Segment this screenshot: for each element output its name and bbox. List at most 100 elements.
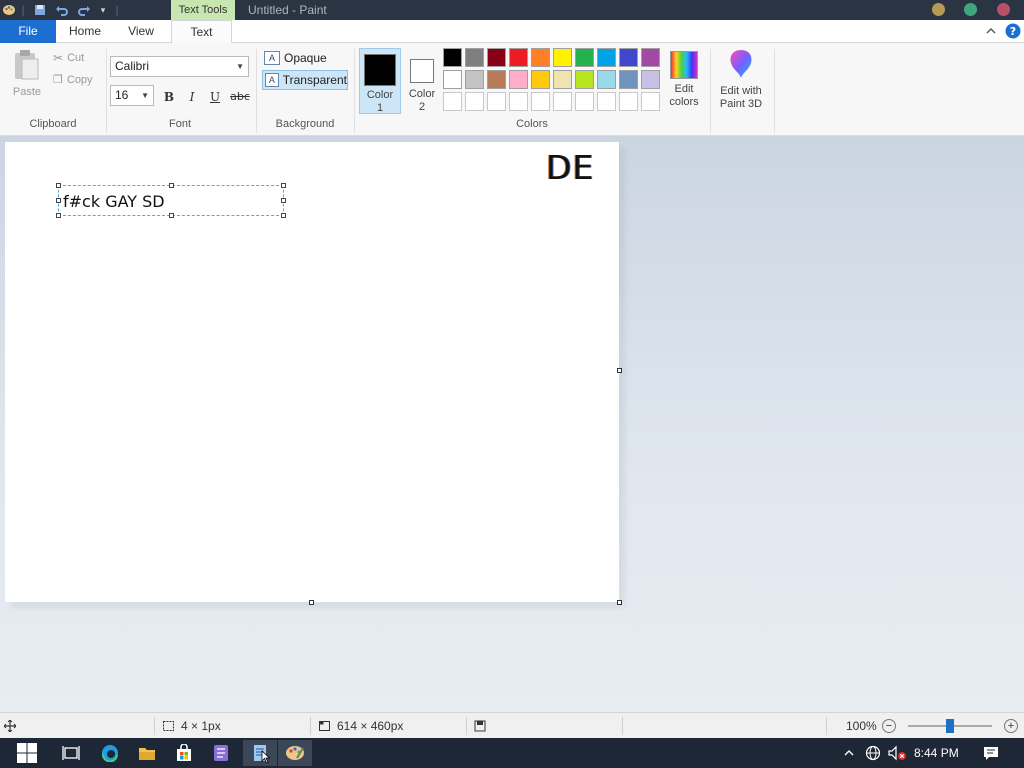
svg-text:?: ? (1010, 25, 1016, 38)
start-windows-icon[interactable] (10, 740, 44, 766)
palette-color-swatch[interactable] (531, 70, 550, 89)
undo-icon[interactable] (53, 0, 71, 20)
color-2-button[interactable]: Color 2 (401, 48, 443, 114)
palette-color-swatch[interactable] (597, 48, 616, 67)
palette-color-swatch[interactable] (509, 92, 528, 111)
palette-color-swatch[interactable] (575, 70, 594, 89)
palette-color-swatch[interactable] (619, 70, 638, 89)
palette-color-swatch[interactable] (509, 70, 528, 89)
edit-colors-button[interactable]: Edit colors (664, 48, 704, 109)
colors-group-label: Colors (516, 118, 548, 130)
resize-handle[interactable] (56, 183, 61, 188)
close-button[interactable] (997, 3, 1010, 16)
text-box[interactable]: f#ck GAY SD (56, 183, 286, 218)
drawing-canvas[interactable]: DE f#ck GAY SD (5, 142, 619, 602)
canvas-workspace: DE f#ck GAY SD (0, 136, 1024, 712)
palette-color-swatch[interactable] (641, 70, 660, 89)
canvas-size-value: 614 × 460px (337, 719, 404, 733)
network-globe-icon[interactable] (862, 740, 884, 766)
text-box-content[interactable]: f#ck GAY SD (63, 192, 165, 211)
palette-color-swatch[interactable] (553, 48, 572, 67)
tab-home[interactable]: Home (58, 20, 112, 43)
volume-muted-icon[interactable] (885, 740, 909, 766)
palette-color-swatch[interactable] (465, 92, 484, 111)
palette-color-swatch[interactable] (619, 48, 638, 67)
store-icon[interactable] (167, 740, 201, 766)
canvas-corner-text: DE (546, 148, 595, 187)
bold-button[interactable]: B (158, 87, 180, 107)
palette-color-swatch[interactable] (619, 92, 638, 111)
zoom-slider-thumb[interactable] (946, 719, 954, 733)
palette-color-swatch[interactable] (443, 92, 462, 111)
copy-button[interactable]: ❐ Copy (53, 73, 93, 87)
zoom-out-button[interactable]: − (882, 719, 896, 733)
taskbar-clock[interactable]: 8:44 PM (914, 738, 959, 768)
palette-color-swatch[interactable] (641, 48, 660, 67)
palette-color-swatch[interactable] (531, 48, 550, 67)
palette-color-swatch[interactable] (531, 92, 550, 111)
palette-color-swatch[interactable] (597, 92, 616, 111)
paste-button[interactable]: Paste (8, 49, 46, 98)
color-2-swatch (410, 59, 434, 83)
minimize-button[interactable] (932, 3, 945, 16)
resize-handle[interactable] (169, 213, 174, 218)
maximize-button[interactable] (964, 3, 977, 16)
show-hidden-icons-chevron-up-icon[interactable] (836, 740, 862, 766)
color-1-swatch (364, 54, 396, 86)
zoom-in-button[interactable]: + (1004, 719, 1018, 733)
palette-color-swatch[interactable] (487, 92, 506, 111)
edge-browser-icon[interactable] (93, 740, 127, 766)
edit-with-paint3d-button[interactable]: Edit with Paint 3D (714, 48, 768, 111)
palette-color-swatch[interactable] (597, 70, 616, 89)
opaque-button[interactable]: A Opaque (262, 48, 348, 68)
italic-button[interactable]: I (181, 87, 203, 107)
palette-color-swatch[interactable] (553, 92, 572, 111)
file-explorer-icon[interactable] (130, 740, 164, 766)
underline-button[interactable]: U (204, 87, 226, 107)
resize-handle[interactable] (169, 183, 174, 188)
redo-icon[interactable] (75, 0, 93, 20)
canvas-size: 614 × 460px (318, 713, 403, 739)
resize-handle[interactable] (281, 183, 286, 188)
palette-color-swatch[interactable] (641, 92, 660, 111)
canvas-resize-handle-corner[interactable] (617, 600, 622, 605)
palette-color-swatch[interactable] (509, 48, 528, 67)
resize-handle[interactable] (56, 213, 61, 218)
color-1-label: Color (366, 89, 394, 101)
selection-size: 4 × 1px (162, 713, 221, 739)
canvas-resize-handle-right[interactable] (617, 368, 622, 373)
palette-color-swatch[interactable] (465, 48, 484, 67)
cut-button[interactable]: ✂ Cut (53, 51, 84, 65)
task-view-icon[interactable] (54, 740, 88, 766)
palette-color-swatch[interactable] (575, 92, 594, 111)
scissors-icon: ✂ (53, 51, 64, 65)
onenote-app-icon[interactable] (204, 740, 238, 766)
paint-app-taskbar-icon[interactable] (278, 740, 312, 766)
tab-file[interactable]: File (0, 20, 56, 43)
save-icon[interactable] (31, 0, 49, 20)
file-size-icon (474, 713, 486, 739)
notepad-app-icon[interactable] (243, 740, 277, 766)
font-size-select[interactable]: 16 ▼ (110, 85, 154, 106)
resize-handle[interactable] (56, 198, 61, 203)
palette-color-swatch[interactable] (443, 48, 462, 67)
tab-text[interactable]: Text (171, 20, 232, 44)
resize-handle[interactable] (281, 213, 286, 218)
minimize-ribbon-icon[interactable] (984, 22, 998, 40)
font-family-select[interactable]: Calibri ▼ (110, 56, 249, 77)
palette-color-swatch[interactable] (465, 70, 484, 89)
strikethrough-button[interactable]: abc (228, 87, 252, 107)
color-1-button[interactable]: Color 1 (359, 48, 401, 114)
help-icon[interactable]: ? (1004, 22, 1022, 40)
group-separator (354, 49, 355, 133)
tab-view[interactable]: View (114, 20, 168, 43)
transparent-button[interactable]: A Transparent (262, 70, 348, 90)
palette-color-swatch[interactable] (553, 70, 572, 89)
resize-handle[interactable] (281, 198, 286, 203)
action-center-icon[interactable] (976, 740, 1006, 766)
palette-color-swatch[interactable] (487, 70, 506, 89)
palette-color-swatch[interactable] (443, 70, 462, 89)
palette-color-swatch[interactable] (575, 48, 594, 67)
canvas-resize-handle-bottom[interactable] (309, 600, 314, 605)
palette-color-swatch[interactable] (487, 48, 506, 67)
